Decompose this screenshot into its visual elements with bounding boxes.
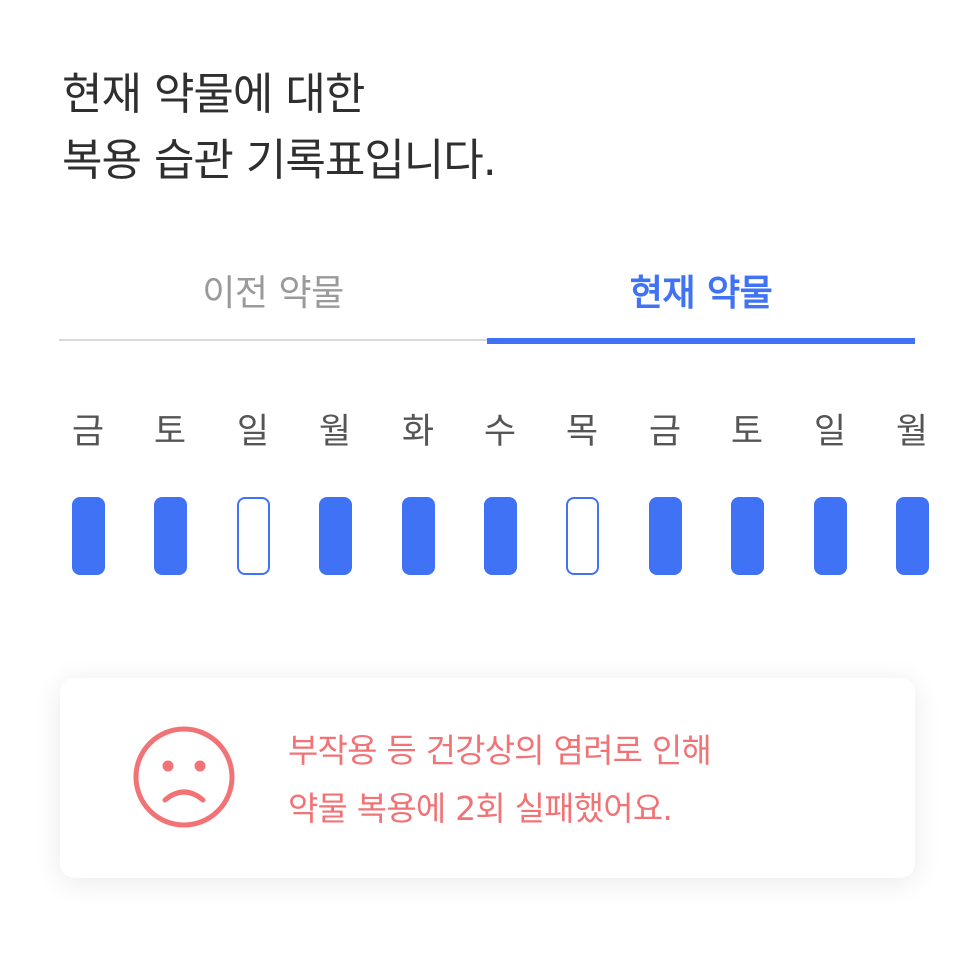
tab-active-indicator [487,338,915,344]
day-column: 금 [48,400,128,590]
dose-taken-marker [319,497,352,575]
tab-divider-line [59,339,487,341]
day-column: 토 [707,400,787,590]
day-column: 화 [378,400,458,590]
day-column: 토 [130,400,210,590]
missed-dose-alert-card: 부작용 등 건강상의 염려로 인해 약물 복용에 2회 실패했어요. [60,678,915,878]
dose-missed-marker [566,497,599,575]
dose-taken-marker [484,497,517,575]
medication-tabs: 이전 약물 현재 약물 [59,258,915,346]
page-title-line-2: 복용 습관 기록표입니다. [62,135,497,186]
dose-taken-marker [814,497,847,575]
dose-taken-marker [402,497,435,575]
day-column: 목 [542,400,622,590]
page-title: 현재 약물에 대한 복용 습관 기록표입니다. [62,62,497,194]
day-label: 토 [730,412,764,452]
day-column: 월 [295,400,375,590]
alert-message: 부작용 등 건강상의 염려로 인해 약물 복용에 2회 실패했어요. [288,722,712,838]
sad-face-icon [133,726,235,828]
day-column: 월 [872,400,952,590]
page-title-line-1: 현재 약물에 대한 [62,69,365,120]
day-label: 월 [318,412,352,452]
day-label: 목 [565,412,599,452]
medication-habit-screen: 현재 약물에 대한 복용 습관 기록표입니다. 이전 약물 현재 약물 금 토 일 월… [0,0,972,963]
day-label: 토 [153,412,187,452]
tab-current-medication-label: 현재 약물 [629,273,773,314]
tab-previous-medication-label: 이전 약물 [202,273,344,314]
dose-taken-marker [649,497,682,575]
day-label: 수 [483,412,517,452]
dose-taken-marker [731,497,764,575]
day-column: 수 [460,400,540,590]
tab-current-medication[interactable]: 현재 약물 [487,258,915,346]
dose-taken-marker [72,497,105,575]
day-column: 일 [790,400,870,590]
dose-taken-marker [896,497,929,575]
weekly-intake-record: 금토일월화수목금토일월 [48,400,930,590]
dose-taken-marker [154,497,187,575]
alert-message-line-1: 부작용 등 건강상의 염려로 인해 [288,731,712,770]
day-label: 화 [401,412,435,452]
day-column: 금 [625,400,705,590]
alert-message-line-2: 약물 복용에 2회 실패했어요. [288,789,673,828]
dose-missed-marker [237,497,270,575]
day-label: 월 [895,412,929,452]
day-label: 일 [813,412,847,452]
day-column: 일 [213,400,293,590]
tab-previous-medication[interactable]: 이전 약물 [59,258,487,346]
day-label: 일 [236,412,270,452]
day-label: 금 [648,412,682,452]
day-label: 금 [71,412,105,452]
